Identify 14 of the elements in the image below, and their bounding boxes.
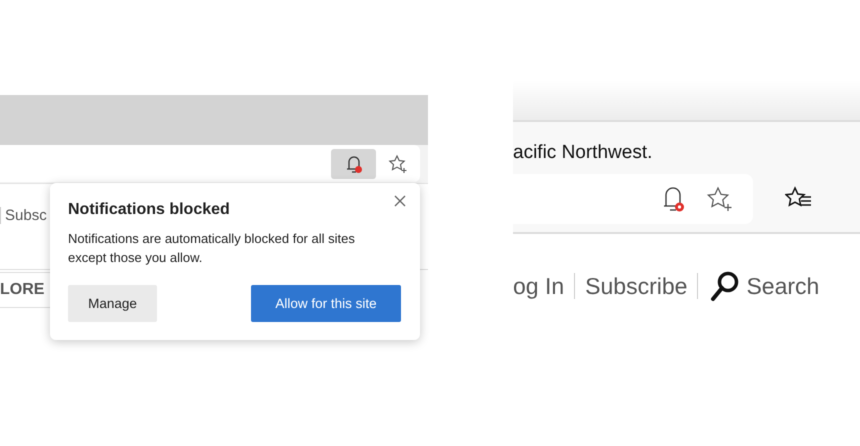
close-icon[interactable] [393, 194, 407, 208]
notification-button[interactable] [331, 148, 376, 178]
add-favorite-icon[interactable] [388, 154, 408, 174]
page-link[interactable]: Subsc [0, 207, 47, 224]
popup-message: Notifications are automatically blocked for all sites except those you allow. [68, 230, 356, 267]
popup-title: Notifications blocked [68, 201, 231, 219]
nav-link[interactable]: Subscribe [575, 272, 698, 300]
allow-button[interactable]: Allow for this site [251, 285, 401, 322]
nav-link[interactable]: og In [513, 272, 574, 300]
page-text: acific Northwest. [513, 142, 652, 164]
search-link[interactable]: Search [698, 270, 820, 302]
search-icon [710, 270, 740, 302]
manage-button[interactable]: Manage [68, 285, 157, 322]
add-favorite-icon[interactable] [706, 185, 734, 213]
